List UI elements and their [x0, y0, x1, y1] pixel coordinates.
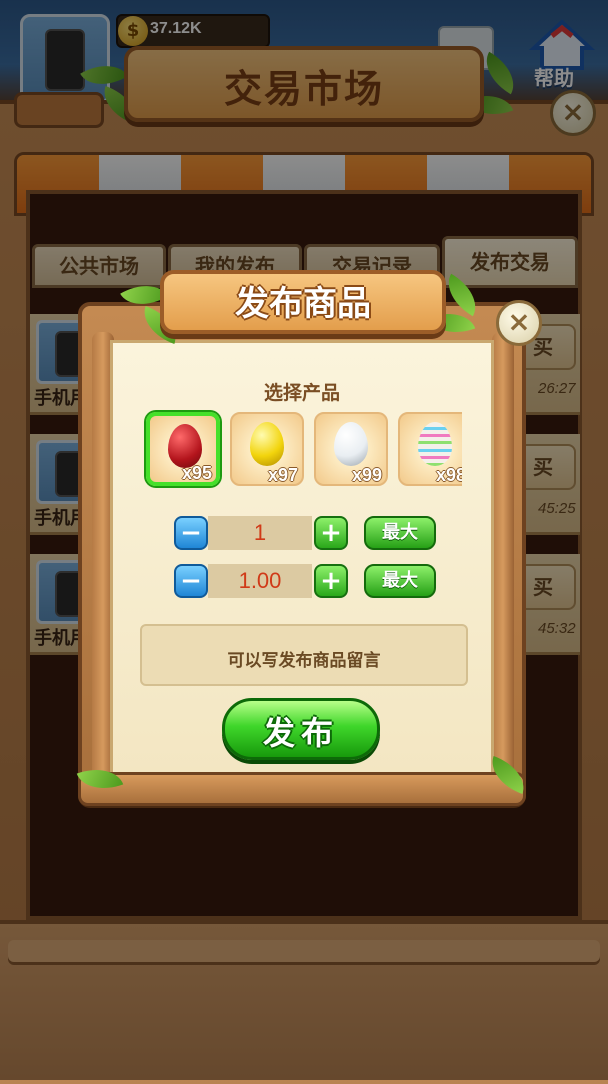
- product-count: x99: [351, 465, 382, 485]
- product-count: x97: [267, 465, 298, 485]
- product-rainbow-egg[interactable]: x98: [398, 412, 462, 486]
- product-silver-egg[interactable]: x99: [314, 412, 388, 486]
- price-increment-button[interactable]: +: [314, 564, 348, 598]
- gold-egg-icon: [250, 422, 284, 466]
- quantity-field[interactable]: 1: [208, 516, 312, 550]
- quantity-max-button[interactable]: 最大: [364, 516, 436, 550]
- silver-egg-icon: [334, 422, 368, 466]
- price-max-button[interactable]: 最大: [364, 564, 436, 598]
- red-egg-icon: [168, 424, 202, 468]
- message-placeholder: 可以写发布商品留言: [227, 651, 381, 671]
- frame-post: [492, 332, 514, 782]
- quantity-increment-button[interactable]: +: [314, 516, 348, 550]
- rainbow-egg-icon: [418, 422, 452, 466]
- publish-button-label[interactable]: 发布: [222, 708, 380, 754]
- select-product-label: 选择产品: [263, 382, 340, 404]
- close-icon[interactable]: ×: [496, 300, 542, 346]
- product-red-egg[interactable]: x95: [146, 412, 220, 486]
- product-selector: x95 x97 x99 x98: [140, 408, 462, 494]
- product-count: x95: [181, 463, 212, 483]
- product-count: x98: [435, 465, 462, 485]
- product-gold-egg[interactable]: x97: [230, 412, 304, 486]
- frame-bottom-bar: [78, 772, 526, 806]
- price-decrement-button[interactable]: −: [174, 564, 208, 598]
- price-field[interactable]: 1.00: [208, 564, 312, 598]
- quantity-decrement-button[interactable]: −: [174, 516, 208, 550]
- modal-title: 发布商品: [235, 284, 371, 324]
